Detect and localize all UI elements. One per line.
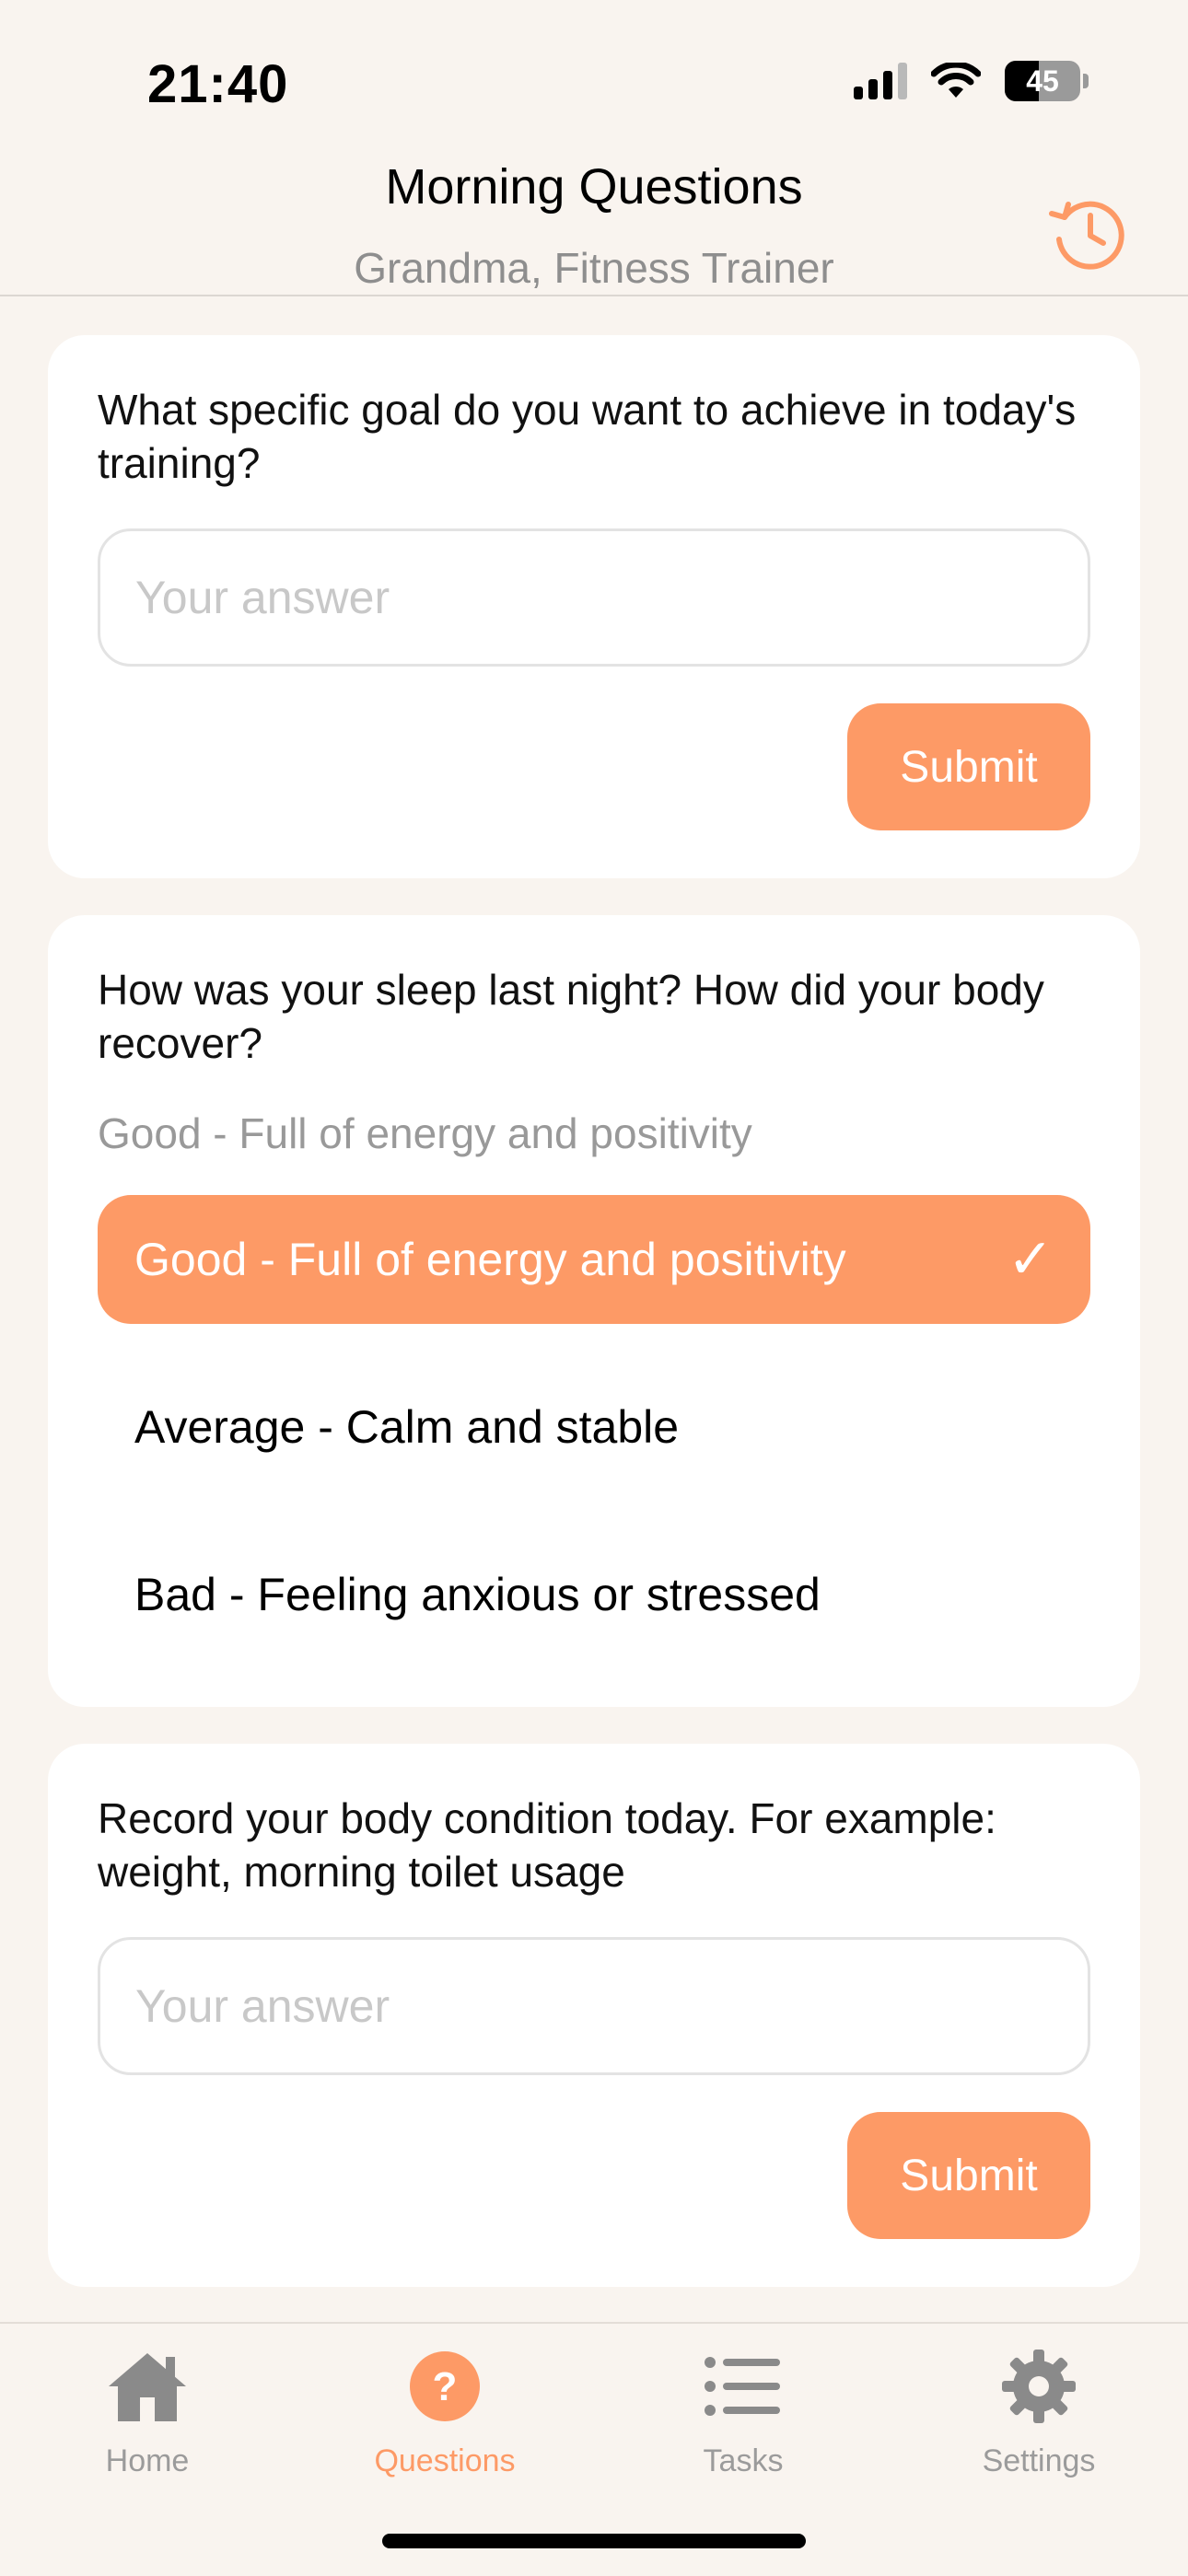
- question-card-goal: What specific goal do you want to achiev…: [48, 335, 1140, 878]
- header: Morning Questions Grandma, Fitness Train…: [0, 147, 1188, 296]
- tab-label: Questions: [374, 2443, 516, 2478]
- option-bad[interactable]: Bad - Feeling anxious or stressed: [98, 1530, 1090, 1659]
- gear-icon: [995, 2342, 1083, 2431]
- submit-row: Submit: [98, 703, 1090, 830]
- battery-icon: 45: [1005, 61, 1080, 101]
- home-icon: [103, 2342, 192, 2431]
- question-text: What specific goal do you want to achiev…: [98, 386, 1077, 487]
- question-text: How was your sleep last night? How did y…: [98, 966, 1044, 1067]
- list-icon: [699, 2342, 787, 2431]
- tab-home[interactable]: Home: [55, 2342, 239, 2479]
- cellular-signal-icon: [854, 63, 907, 99]
- page-subtitle: Grandma, Fitness Trainer: [354, 244, 834, 292]
- submit-button[interactable]: Submit: [847, 2112, 1090, 2239]
- status-time: 21:40: [147, 54, 289, 114]
- page-title: Morning Questions: [385, 159, 803, 215]
- option-average[interactable]: Average - Calm and stable: [98, 1363, 1090, 1491]
- question-card-sleep: How was your sleep last night? How did y…: [48, 915, 1140, 1707]
- option-label: Bad - Feeling anxious or stressed: [134, 1569, 821, 1620]
- answer-input[interactable]: [98, 1937, 1090, 2075]
- battery-tip: [1083, 74, 1089, 88]
- tab-questions[interactable]: ? Questions: [353, 2342, 537, 2479]
- tab-label: Home: [105, 2443, 190, 2478]
- svg-text:?: ?: [433, 2364, 458, 2409]
- battery-percent: 45: [1026, 64, 1059, 98]
- history-icon[interactable]: [1044, 190, 1133, 278]
- submit-row: Submit: [98, 2112, 1090, 2239]
- answer-input[interactable]: [98, 528, 1090, 667]
- option-good[interactable]: Good - Full of energy and positivity ✓: [98, 1195, 1090, 1324]
- checkmark-icon: ✓: [1007, 1228, 1054, 1290]
- tab-label: Settings: [982, 2443, 1096, 2478]
- wifi-icon: [931, 63, 981, 98]
- question-text: Record your body condition today. For ex…: [98, 1794, 996, 1896]
- tab-tasks[interactable]: Tasks: [651, 2342, 835, 2479]
- status-icons: 45: [854, 61, 1089, 101]
- questions-list: What specific goal do you want to achiev…: [48, 335, 1140, 2324]
- tab-label: Tasks: [703, 2443, 784, 2478]
- question-card-body: Record your body condition today. For ex…: [48, 1744, 1140, 2287]
- selected-answer-text: Good - Full of energy and positivity: [98, 1109, 752, 1157]
- submit-button[interactable]: Submit: [847, 703, 1090, 830]
- option-label: Good - Full of energy and positivity: [134, 1234, 846, 1285]
- tab-settings[interactable]: Settings: [947, 2342, 1131, 2479]
- option-label: Average - Calm and stable: [134, 1401, 680, 1453]
- home-indicator: [382, 2534, 806, 2548]
- question-icon: ?: [401, 2342, 489, 2431]
